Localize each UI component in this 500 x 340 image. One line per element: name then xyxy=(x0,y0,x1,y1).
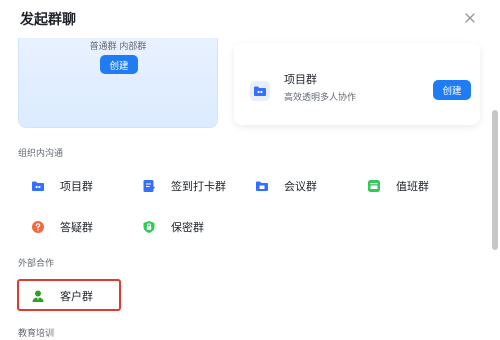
general-group-card: 普通群 内部群 创建 xyxy=(18,38,218,128)
create-general-group-button[interactable]: 创建 xyxy=(100,55,138,74)
group-type-meeting[interactable]: 会议群 xyxy=(254,178,317,194)
close-icon[interactable] xyxy=(462,10,478,26)
scrollbar-thumb[interactable] xyxy=(492,110,498,250)
question-icon xyxy=(30,219,46,235)
dialog-content: 普通群 内部群 创建 项目群 高效透明多人协作 创建 组织内沟通 项目群 签到打… xyxy=(0,38,488,340)
selection-highlight xyxy=(17,279,121,311)
dialog-header: 发起群聊 xyxy=(0,0,500,38)
folder-group-icon xyxy=(250,81,270,101)
project-group-name: 项目群 xyxy=(284,73,317,86)
create-group-dialog: 发起群聊 普通群 内部群 创建 项目群 高效透明多人协作 创建 组织内沟通 项目… xyxy=(0,0,500,340)
group-type-label: 答疑群 xyxy=(60,221,93,234)
section-title-internal: 组织内沟通 xyxy=(18,149,64,159)
folder-group-icon xyxy=(30,178,46,194)
meeting-folder-icon xyxy=(254,178,270,194)
project-group-desc: 高效透明多人协作 xyxy=(284,93,357,103)
group-type-duty[interactable]: 值班群 xyxy=(366,178,429,194)
group-type-checkin[interactable]: 签到打卡群 xyxy=(141,178,226,194)
section-title-external: 外部合作 xyxy=(18,259,55,269)
group-type-label: 值班群 xyxy=(396,180,429,193)
section-title-education: 教育培训 xyxy=(18,329,55,339)
group-type-project[interactable]: 项目群 xyxy=(30,178,93,194)
group-type-label: 项目群 xyxy=(60,180,93,193)
checkin-icon xyxy=(141,178,157,194)
duty-icon xyxy=(366,178,382,194)
group-type-label: 保密群 xyxy=(171,221,204,234)
group-type-label: 签到打卡群 xyxy=(171,180,226,193)
project-group-card: 项目群 高效透明多人协作 创建 xyxy=(234,43,480,125)
create-project-group-button[interactable]: 创建 xyxy=(433,80,471,100)
group-type-qa[interactable]: 答疑群 xyxy=(30,219,93,235)
group-type-confidential[interactable]: 保密群 xyxy=(141,219,204,235)
dialog-title: 发起群聊 xyxy=(20,12,76,28)
group-type-label: 会议群 xyxy=(284,180,317,193)
lock-shield-icon xyxy=(141,219,157,235)
